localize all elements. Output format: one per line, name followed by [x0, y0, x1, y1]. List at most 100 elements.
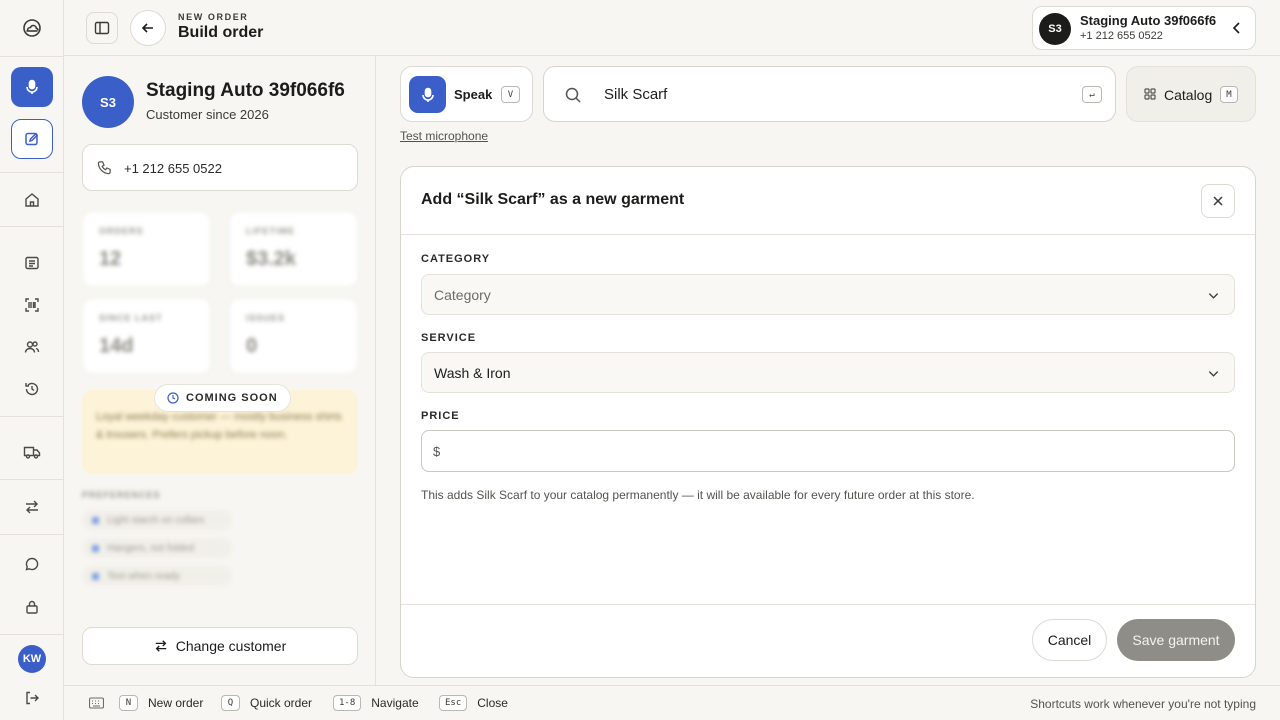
preference-item: Light starch on collars [82, 510, 232, 530]
speak-button[interactable]: Speak V [400, 66, 533, 122]
preferences-heading: PREFERENCES [82, 490, 161, 500]
history-icon[interactable] [11, 373, 53, 405]
chevron-down-icon [1207, 367, 1220, 380]
customer-panel: S3 Staging Auto 39f066f6 Customer since … [64, 56, 376, 685]
lock-icon[interactable] [11, 591, 53, 623]
stat-value: 14d [99, 335, 134, 357]
search-icon [564, 86, 582, 104]
insight-text: Loyal weekday customer — mostly business… [96, 411, 342, 441]
page-title: Build order [178, 24, 264, 41]
stat-label: ORDERS [99, 226, 144, 236]
user-avatar[interactable]: KW [18, 645, 46, 673]
price-input[interactable]: $ [421, 430, 1235, 472]
shortcuts-hint: Shortcuts work whenever you're not typin… [1030, 697, 1256, 711]
customer-name: Staging Auto 39f066f6 [146, 80, 345, 101]
toggle-sidebar-button[interactable] [86, 12, 118, 44]
customer-chip-phone: +1 212 655 0522 [1080, 30, 1163, 42]
catalog-label: Catalog [1164, 87, 1213, 103]
catalog-button[interactable]: Catalog M [1126, 66, 1256, 122]
shortcut-key: 1-8 [333, 695, 362, 711]
chat-icon[interactable] [11, 548, 53, 580]
shortcuts-bar: N New order Q Quick order 1-8 Navigate E… [64, 685, 1280, 720]
category-select[interactable]: Category [421, 274, 1235, 315]
transfer-icon[interactable] [11, 491, 53, 523]
shortcut-key: Q [221, 695, 240, 711]
sign-out-icon[interactable] [11, 682, 53, 714]
microphone-icon[interactable] [11, 67, 53, 107]
speak-shortcut-key: V [501, 86, 520, 103]
service-value: Wash & Iron [434, 365, 511, 381]
shortcut-navigate: 1-8 Navigate [333, 695, 419, 711]
save-garment-button[interactable]: Save garment [1117, 619, 1235, 661]
customer-avatar: S3 [82, 76, 134, 128]
stat-label: LIFETIME [246, 226, 295, 236]
shortcut-label: Close [477, 696, 508, 710]
stat-label: ISSUES [246, 313, 286, 323]
stat-card-lifetime: LIFETIME $3.2k [229, 211, 358, 287]
dialog-title: Add “Silk Scarf” as a new garment [421, 191, 685, 208]
shortcut-key: Esc [439, 695, 468, 711]
barcode-scan-icon[interactable] [11, 289, 53, 321]
clock-icon [167, 392, 179, 404]
edit-order-icon[interactable] [11, 119, 53, 159]
arrow-left-icon [141, 23, 153, 33]
stat-value: 0 [246, 335, 258, 357]
add-garment-dialog: Add “Silk Scarf” as a new garment CATEGO… [400, 166, 1256, 678]
shortcut-key: N [119, 695, 138, 711]
preferences-blurred: PREFERENCES Light starch on collars Hang… [82, 486, 358, 588]
preference-item: Hangers, not folded [82, 538, 232, 558]
chevron-down-icon [1207, 289, 1220, 302]
shortcut-label: New order [148, 696, 204, 710]
stat-card-since-last: SINCE LAST 14d [82, 298, 211, 374]
shortcut-label: Navigate [371, 696, 419, 710]
currency-symbol: $ [433, 444, 441, 459]
speak-label: Speak [454, 87, 493, 102]
swap-icon [155, 640, 167, 652]
keyboard-icon [89, 697, 104, 709]
stat-label: SINCE LAST [99, 313, 163, 323]
dialog-note: This adds Silk Scarf to your catalog per… [421, 488, 975, 502]
chevron-left-icon[interactable] [1229, 20, 1245, 36]
customers-icon[interactable] [11, 331, 53, 363]
home-icon[interactable] [11, 184, 53, 216]
catalog-shortcut-key: M [1220, 86, 1238, 103]
stat-value: $3.2k [246, 248, 297, 270]
search-input-value[interactable]: Silk Scarf [604, 86, 667, 103]
stat-value: 12 [99, 248, 122, 270]
preference-item: Text when ready [82, 566, 232, 586]
top-header: NEW ORDER Build order S3 Staging Auto 39… [64, 0, 1280, 56]
delivery-truck-icon[interactable] [11, 436, 53, 468]
stat-card-issues: ISSUES 0 [229, 298, 358, 374]
price-label: PRICE [421, 410, 460, 422]
coming-soon-label: COMING SOON [186, 392, 278, 404]
microphone-icon [409, 76, 446, 113]
service-select[interactable]: Wash & Iron [421, 352, 1235, 393]
customer-chip[interactable]: S3 Staging Auto 39f066f6 +1 212 655 0522 [1032, 6, 1256, 50]
customer-phone-field[interactable]: +1 212 655 0522 [82, 144, 358, 191]
sidebar-toggle-icon [94, 21, 110, 35]
page-eyebrow: NEW ORDER [178, 12, 249, 22]
customer-chip-name: Staging Auto 39f066f6 [1080, 13, 1217, 28]
left-rail: KW [0, 0, 64, 720]
cancel-button[interactable]: Cancel [1032, 619, 1107, 661]
test-microphone-link[interactable]: Test microphone [400, 129, 488, 143]
change-customer-label: Change customer [175, 638, 287, 654]
close-icon [1213, 196, 1223, 206]
enter-key-hint: ↵ [1082, 86, 1102, 103]
customer-chip-avatar: S3 [1039, 13, 1071, 45]
shortcut-new-order: N New order [119, 695, 203, 711]
change-customer-button[interactable]: Change customer [82, 627, 358, 665]
close-dialog-button[interactable] [1201, 184, 1235, 218]
customer-phone-text: +1 212 655 0522 [124, 161, 222, 176]
stat-card-orders: ORDERS 12 [82, 211, 211, 287]
coming-soon-badge: COMING SOON [154, 384, 291, 412]
cloud-logo-icon[interactable] [11, 12, 53, 44]
phone-icon [97, 160, 112, 175]
service-label: SERVICE [421, 332, 477, 344]
category-placeholder: Category [434, 287, 491, 303]
back-button[interactable] [130, 10, 166, 46]
grid-icon [1144, 88, 1156, 100]
orders-list-icon[interactable] [11, 247, 53, 279]
garment-search-field[interactable]: Silk Scarf ↵ [543, 66, 1116, 122]
shortcut-quick-order: Q Quick order [221, 695, 312, 711]
